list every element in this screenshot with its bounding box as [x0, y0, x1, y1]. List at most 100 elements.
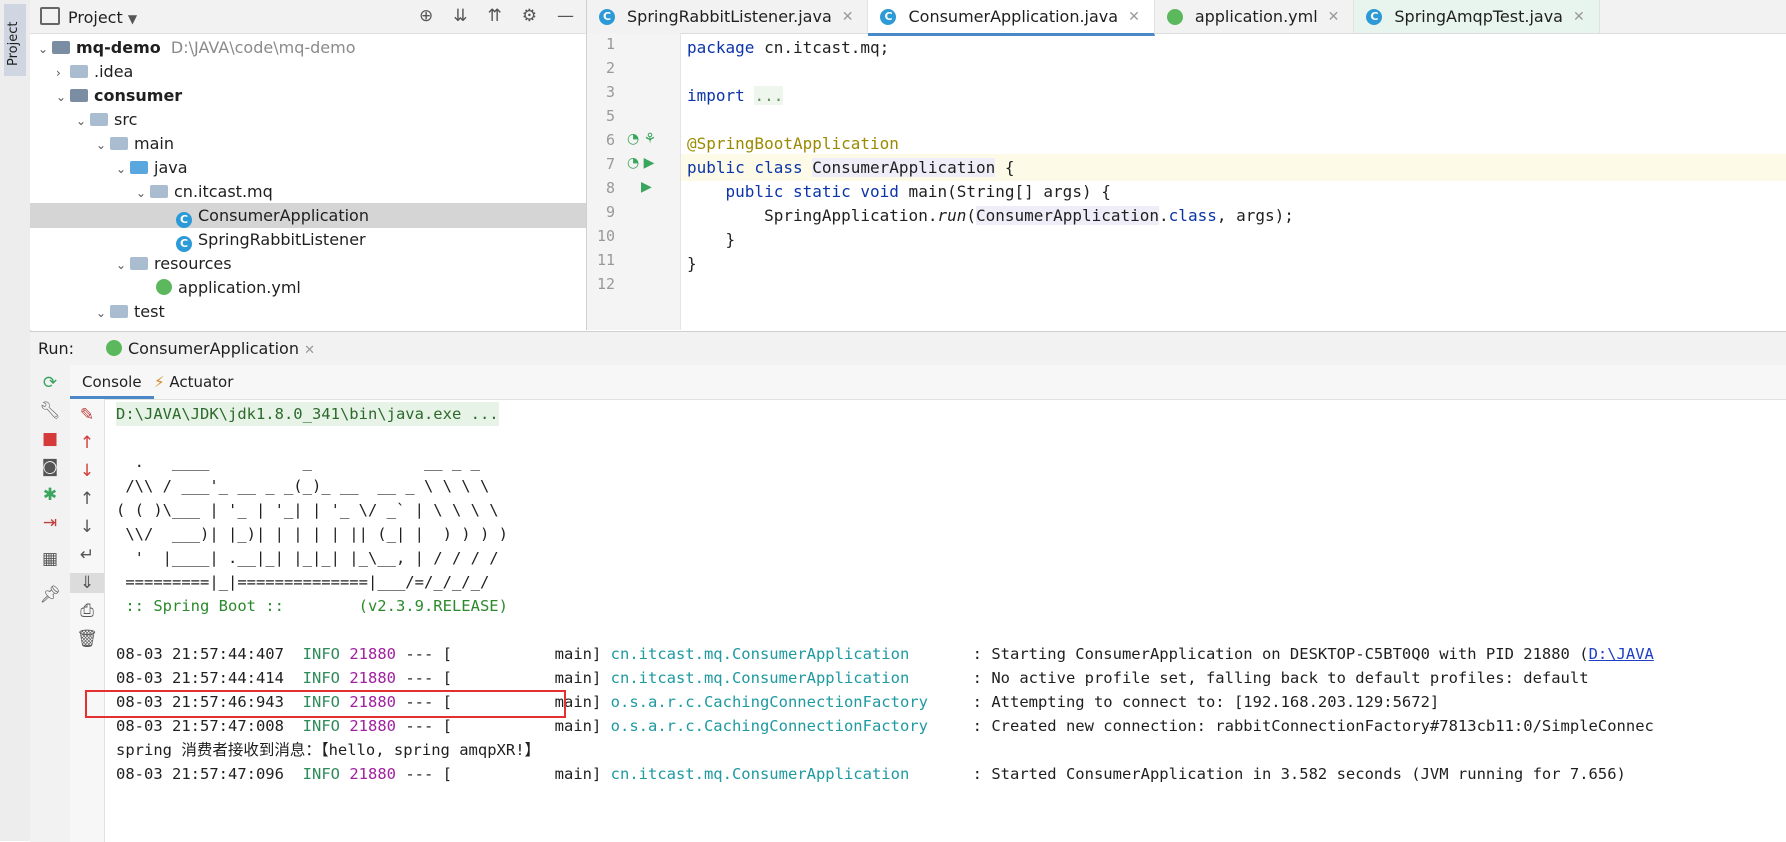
class-icon: C [1366, 8, 1383, 25]
tree-item-package[interactable]: ⌄ cn.itcast.mq [30, 179, 586, 204]
class-icon: C [176, 236, 192, 252]
tree-item-main[interactable]: ⌄ main [30, 131, 586, 156]
run-subtabs: Console ⚡ Actuator [70, 365, 1786, 400]
run-toolbar: ⟳ 🔧︎ ■ ◙ ✱ ⇥ ▦ 📌︎ [30, 365, 71, 842]
banner-line: . ____ _ __ _ _ [116, 453, 480, 471]
code-line-current: public class ConsumerApplication { [681, 154, 1786, 181]
class-icon: C [880, 8, 897, 25]
run-label: Run: [38, 339, 75, 358]
run-config-tab[interactable]: ConsumerApplication ✕ [94, 332, 327, 368]
module-folder-icon [52, 41, 70, 54]
tab-console[interactable]: Console [70, 365, 154, 399]
banner-line: \\/ ___)| |_)| | | | | || (_| | ) ) ) ) [116, 525, 508, 543]
code-line: public static void main(String[] args) { [725, 182, 1111, 201]
banner-line: ( ( )\___ | '_ | '_| | '_ \/ _` | \ \ \ … [116, 501, 499, 519]
tree-item-consumer[interactable]: ⌄ consumer [30, 83, 586, 108]
scroll-to-end-icon[interactable]: ⇓ [70, 573, 104, 593]
banner-line: =========|_|==============|___/=/_/_/_/ [116, 573, 490, 591]
resources-folder-icon [130, 257, 148, 270]
spring-boot-icon [106, 340, 122, 356]
code-line: @SpringBootApplication [687, 134, 899, 153]
wrench-icon[interactable]: 🔧︎ [30, 401, 70, 421]
project-view-selector[interactable]: Project ▼ [40, 7, 137, 27]
code-line: package cn.itcast.mq; [687, 38, 890, 57]
tab-springamqptest[interactable]: C SpringAmqpTest.java ✕ [1354, 0, 1600, 33]
soft-wrap-icon[interactable]: ↵ [70, 545, 104, 565]
close-icon[interactable]: ✕ [1328, 1, 1340, 33]
layout-icon[interactable]: ▦ [30, 549, 70, 569]
pin-icon[interactable]: 📌︎ [30, 585, 70, 605]
debug-icon[interactable]: ✱ [30, 485, 70, 505]
line-number: 2 [605, 59, 615, 77]
scroll-up-icon[interactable]: ↑ [70, 489, 104, 509]
actuator-icon: ⚡ [154, 373, 165, 391]
tree-item-src[interactable]: ⌄ src [30, 107, 586, 132]
close-icon[interactable]: ✕ [304, 343, 315, 358]
minimize-icon[interactable]: — [557, 6, 574, 26]
close-icon[interactable]: ✕ [1128, 1, 1140, 33]
tree-item-springrabbitlistener[interactable]: C SpringRabbitListener [30, 227, 586, 252]
folder-icon [70, 65, 88, 78]
tree-item-resources[interactable]: ⌄ resources [30, 251, 586, 276]
tree-item-test[interactable]: ⌄ test [30, 299, 586, 324]
arrow-down-icon[interactable]: ↓ [70, 461, 104, 481]
line-number: 8 [605, 179, 615, 197]
tree-item-mq-demo[interactable]: ⌄ mq-demo D:\JAVA\code\mq-demo [30, 35, 586, 60]
stop-icon[interactable]: ■ [30, 429, 70, 449]
spring-config-icon [1166, 8, 1183, 25]
project-icon [40, 7, 60, 25]
tab-application-yml[interactable]: application.yml ✕ [1155, 0, 1355, 33]
run-panel-header: Run: ConsumerApplication ✕ [30, 332, 1786, 368]
class-icon: C [176, 212, 192, 228]
tab-springrabbitlistener[interactable]: C SpringRabbitListener.java ✕ [587, 0, 869, 33]
run-panel: Run: ConsumerApplication ✕ ⟳ 🔧︎ ■ ◙ ✱ ⇥ … [30, 331, 1786, 842]
package-icon [150, 185, 168, 198]
project-panel: Project ▼ ⊕ ⇊ ⇈ ⚙ — ⌄ mq-demo D:\JAVA\cod… [30, 0, 587, 330]
collapse-all-icon[interactable]: ⇈ [488, 6, 502, 26]
editor-tabs: C SpringRabbitListener.java ✕ C ConsumerApp… [587, 0, 1786, 36]
tree-item-consumerapplication[interactable]: C ConsumerApplication [30, 203, 586, 228]
clear-edit-icon[interactable]: ✎ [70, 405, 104, 425]
print-icon[interactable]: ⎙ [70, 601, 104, 621]
tool-window-strip: Project [0, 0, 31, 841]
line-number: 5 [605, 107, 615, 125]
line-number: 6 [605, 131, 615, 149]
camera-icon[interactable]: ◙ [30, 457, 70, 477]
console-toolbar: ✎ ↑ ↓ ↑ ↓ ↵ ⇓ ⎙ 🗑︎ [70, 399, 105, 842]
run-gutter-icon[interactable]: ◔ ▶ [627, 155, 654, 171]
trash-icon[interactable]: 🗑︎ [70, 629, 104, 649]
log-link[interactable]: D:\JAVA [1589, 645, 1654, 663]
editor-gutter: 1 2 3 5 6 7 8 9 10 11 12 ◔ ⚘ ◔ ▶ ▶ [587, 33, 681, 330]
scroll-down-icon[interactable]: ↓ [70, 517, 104, 537]
exit-icon[interactable]: ⇥ [30, 513, 70, 533]
project-tool-tab[interactable]: Project [4, 4, 26, 76]
tree-item-java[interactable]: ⌄ java [30, 155, 586, 180]
line-number: 3 [605, 83, 615, 101]
received-message: spring 消费者接收到消息：【hello, spring amqpXR!】 [116, 741, 541, 759]
close-icon[interactable]: ✕ [1573, 1, 1585, 33]
tree-item-idea[interactable]: › .idea [30, 59, 586, 84]
banner-line: ' |____| .__|_| |_|_| |_\__, | / / / / [116, 549, 499, 567]
code-line: } [687, 254, 697, 273]
code-line: } [687, 230, 736, 249]
tree-item-application-yml[interactable]: application.yml [30, 275, 586, 300]
chevron-down-icon: ▼ [127, 12, 138, 26]
log-line: 08-03 21:57:47:096 INFO 21880 --- [ main… [116, 765, 1626, 783]
chevron-down-icon: ⌄ [96, 306, 107, 320]
line-number: 1 [605, 35, 615, 53]
spring-bean-icon[interactable]: ◔ ⚘ [627, 131, 656, 147]
locate-icon[interactable]: ⊕ [419, 6, 433, 26]
spring-config-icon [156, 279, 172, 295]
tab-actuator[interactable]: ⚡ Actuator [142, 365, 245, 396]
arrow-up-icon[interactable]: ↑ [70, 433, 104, 453]
line-number: 10 [596, 227, 615, 245]
rerun-icon[interactable]: ⟳ [30, 373, 70, 393]
close-icon[interactable]: ✕ [842, 1, 854, 33]
java-command: D:\JAVA\JDK\jdk1.8.0_341\bin\java.exe ..… [116, 402, 499, 426]
gear-icon[interactable]: ⚙ [522, 6, 537, 26]
folder-icon [90, 113, 108, 126]
code-line: import ... [687, 86, 784, 105]
run-gutter-icon[interactable]: ▶ [641, 179, 652, 195]
expand-all-icon[interactable]: ⇊ [453, 6, 467, 26]
tab-consumerapplication[interactable]: C ConsumerApplication.java ✕ [868, 0, 1155, 36]
